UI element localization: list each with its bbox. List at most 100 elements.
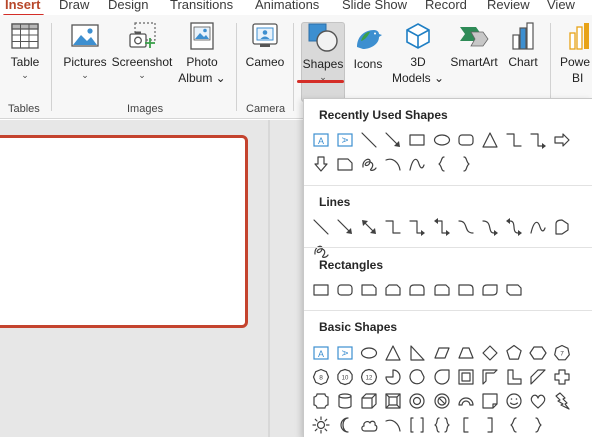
shape-option[interactable] (502, 215, 526, 239)
shape-option[interactable] (526, 413, 550, 437)
shape-option[interactable] (478, 389, 502, 413)
shape-option[interactable] (405, 152, 429, 176)
shape-option[interactable] (526, 341, 550, 365)
shape-option[interactable] (381, 128, 405, 152)
shape-option[interactable] (357, 341, 381, 365)
shape-option[interactable] (333, 413, 357, 437)
shapes-button[interactable]: Shapes ⌄ (301, 21, 345, 82)
shape-option[interactable] (454, 152, 478, 176)
shape-option[interactable] (405, 128, 429, 152)
shape-option[interactable] (502, 365, 526, 389)
shape-option[interactable] (550, 215, 574, 239)
shape-option[interactable]: A (309, 128, 333, 152)
shape-option[interactable] (405, 365, 429, 389)
shape-option[interactable] (550, 389, 574, 413)
shape-option[interactable] (478, 128, 502, 152)
shape-option[interactable] (454, 278, 478, 302)
shape-option[interactable] (478, 278, 502, 302)
shape-option[interactable] (309, 389, 333, 413)
shape-option[interactable] (526, 365, 550, 389)
smartart-button[interactable]: SmartArt (447, 21, 501, 70)
shape-option[interactable] (454, 389, 478, 413)
shape-option[interactable] (526, 128, 550, 152)
shape-option[interactable]: 8 (309, 365, 333, 389)
shape-option[interactable] (429, 413, 453, 437)
shape-option[interactable] (478, 365, 502, 389)
shape-option[interactable] (454, 365, 478, 389)
shape-option[interactable] (309, 278, 333, 302)
shape-option[interactable] (405, 389, 429, 413)
shape-option[interactable] (429, 389, 453, 413)
shape-option[interactable] (454, 215, 478, 239)
shape-option[interactable]: A (333, 128, 357, 152)
shape-option[interactable] (333, 152, 357, 176)
shape-option[interactable] (405, 278, 429, 302)
chart-button[interactable]: Chart (504, 21, 542, 70)
tab-view[interactable]: View (547, 0, 575, 14)
shape-option[interactable] (526, 389, 550, 413)
shape-option[interactable] (502, 128, 526, 152)
shape-option[interactable] (381, 365, 405, 389)
tab-transitions[interactable]: Transitions (170, 0, 233, 14)
shape-option[interactable] (357, 278, 381, 302)
shape-option[interactable] (429, 152, 453, 176)
shape-option[interactable] (357, 413, 381, 437)
tab-animations[interactable]: Animations (255, 0, 319, 14)
tab-insert[interactable]: Insert (5, 0, 40, 14)
shape-option[interactable] (309, 215, 333, 239)
shape-option[interactable]: 10 (333, 365, 357, 389)
shape-option[interactable]: 12 (357, 365, 381, 389)
shape-option[interactable] (429, 278, 453, 302)
slide-canvas[interactable] (0, 135, 248, 328)
shape-option[interactable] (381, 389, 405, 413)
3d-models-button[interactable]: 3D Models ⌄ (391, 21, 445, 86)
shape-option[interactable] (381, 215, 405, 239)
shape-option[interactable] (478, 341, 502, 365)
shape-option[interactable] (333, 215, 357, 239)
tab-review[interactable]: Review (487, 0, 530, 14)
shape-option[interactable] (381, 278, 405, 302)
shape-option[interactable] (357, 128, 381, 152)
shape-option[interactable] (333, 389, 357, 413)
shape-option[interactable] (405, 341, 429, 365)
tab-slide-show[interactable]: Slide Show (342, 0, 407, 14)
shape-option[interactable] (478, 215, 502, 239)
shape-option[interactable]: A (333, 341, 357, 365)
shape-option[interactable] (405, 215, 429, 239)
shape-option[interactable] (429, 365, 453, 389)
shape-option[interactable] (357, 152, 381, 176)
shape-option[interactable] (550, 128, 574, 152)
shape-option[interactable] (333, 278, 357, 302)
table-button[interactable]: Table ⌄ (6, 21, 44, 80)
power-bi-button[interactable]: Powe BI (560, 21, 592, 86)
shape-option[interactable] (357, 389, 381, 413)
photo-album-button[interactable]: Photo Album ⌄ (178, 21, 226, 86)
shape-option[interactable] (381, 152, 405, 176)
shape-option[interactable] (381, 341, 405, 365)
shape-option[interactable] (502, 341, 526, 365)
shape-option[interactable] (405, 413, 429, 437)
shape-option[interactable] (502, 278, 526, 302)
shape-option[interactable] (309, 413, 333, 437)
tab-draw[interactable]: Draw (59, 0, 89, 14)
cameo-button[interactable]: Cameo (244, 21, 286, 70)
shape-option[interactable] (429, 341, 453, 365)
screenshot-button[interactable]: Screenshot ⌄ (111, 21, 173, 80)
shape-option[interactable] (454, 413, 478, 437)
shape-option[interactable] (526, 215, 550, 239)
shape-option[interactable] (381, 413, 405, 437)
shape-option[interactable]: A (309, 341, 333, 365)
shape-option[interactable] (429, 215, 453, 239)
pictures-button[interactable]: Pictures ⌄ (62, 21, 108, 80)
shape-option[interactable]: 7 (550, 341, 574, 365)
shape-option[interactable] (478, 413, 502, 437)
pane-divider[interactable] (268, 120, 270, 437)
shape-option[interactable] (454, 341, 478, 365)
shape-option[interactable] (502, 413, 526, 437)
tab-record[interactable]: Record (425, 0, 467, 14)
shape-option[interactable] (550, 365, 574, 389)
tab-design[interactable]: Design (108, 0, 148, 14)
shape-option[interactable] (357, 215, 381, 239)
shape-option[interactable] (429, 128, 453, 152)
shape-option[interactable] (309, 152, 333, 176)
